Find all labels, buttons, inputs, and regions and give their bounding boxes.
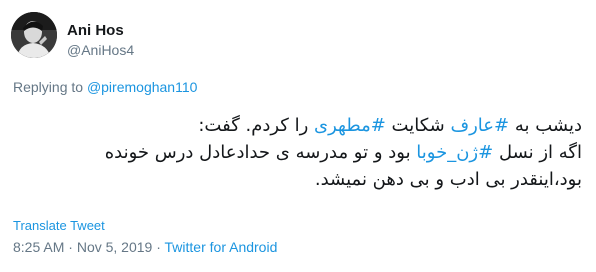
hashtag-link[interactable]: #مطهری — [314, 115, 386, 136]
tweet-date[interactable]: Nov 5, 2019 — [77, 239, 153, 255]
tweet-text: دیشب به #عارف شکایت #مطهری را کردم. گفت:… — [22, 112, 582, 193]
reply-mention-link[interactable]: @piremoghan110 — [87, 79, 197, 95]
tweet-line-1: دیشب به #عارف شکایت #مطهری را کردم. گفت: — [22, 112, 582, 139]
tweet-text-segment: دیشب به — [509, 115, 582, 136]
tweet-text-segment: بود،اینقدر بی ادب و بی دهن نمیشد. — [314, 169, 582, 190]
avatar[interactable] — [11, 12, 57, 58]
tweet-text-segment: شکایت — [385, 115, 451, 136]
user-handle[interactable]: @AniHos4 — [67, 41, 134, 59]
display-name[interactable]: Ani Hos — [67, 22, 124, 40]
meta-separator: · — [64, 239, 77, 255]
tweet-card: Ani Hos @AniHos4 Replying to @piremoghan… — [0, 0, 596, 272]
hashtag-link[interactable]: #ژن_خوبا — [416, 142, 493, 163]
tweet-text-segment: را کردم. گفت: — [198, 115, 314, 136]
replying-to: Replying to @piremoghan110 — [13, 78, 197, 96]
replying-to-label: Replying to — [13, 79, 84, 95]
translate-tweet-link[interactable]: Translate Tweet — [13, 218, 105, 234]
tweet-source-link[interactable]: Twitter for Android — [165, 239, 278, 255]
avatar-image-icon — [11, 12, 57, 58]
tweet-line-3: بود،اینقدر بی ادب و بی دهن نمیشد. — [22, 166, 582, 193]
meta-separator: · — [152, 239, 165, 255]
tweet-meta: 8:25 AM · Nov 5, 2019 · Twitter for Andr… — [13, 238, 277, 256]
tweet-text-segment: اگه از نسل — [493, 142, 582, 163]
tweet-text-segment: بود و تو مدرسه ی حدادعادل درس خونده — [104, 142, 417, 163]
hashtag-link[interactable]: #عارف — [450, 115, 509, 136]
tweet-time[interactable]: 8:25 AM — [13, 239, 64, 255]
tweet-line-2: اگه از نسل #ژن_خوبا بود و تو مدرسه ی حدا… — [22, 139, 582, 166]
